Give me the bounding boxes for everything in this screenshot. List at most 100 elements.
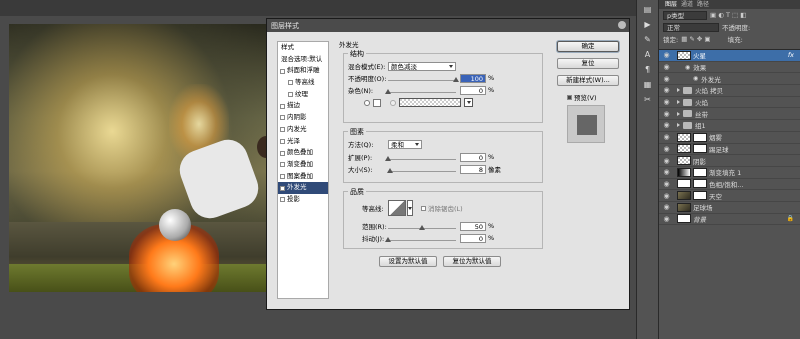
reset-default-button[interactable]: 复位为默认值 [443, 256, 501, 267]
visibility-eye-icon[interactable]: ◉ [659, 180, 674, 188]
style-checkbox[interactable] [280, 103, 285, 109]
visibility-eye-icon[interactable]: ◉ [659, 63, 674, 71]
set-default-button[interactable]: 设置为默认值 [379, 256, 437, 267]
glow-gradient-picker[interactable] [399, 98, 461, 107]
style-item[interactable]: 混合选项:默认 [278, 54, 328, 66]
effect-eye-icon[interactable]: ◉ [693, 75, 698, 82]
size-slider-knob[interactable] [387, 167, 394, 173]
character-icon[interactable]: A [641, 49, 655, 60]
layer-kind-select[interactable]: p类型 [663, 10, 707, 20]
visibility-eye-icon[interactable]: ◉ [659, 215, 674, 223]
style-checkbox[interactable] [288, 80, 293, 86]
style-checkbox[interactable] [280, 185, 285, 191]
style-checkbox[interactable] [280, 162, 285, 168]
range-slider-knob[interactable] [419, 224, 425, 230]
layer-row[interactable]: ◉ 火焰 拷贝 [659, 85, 800, 97]
style-item[interactable]: 描边 [278, 100, 328, 112]
layer-row[interactable]: ◉ 火星 fx [659, 50, 800, 62]
style-checkbox[interactable] [280, 197, 285, 203]
swatches-icon[interactable]: ▦ [641, 79, 655, 90]
dialog-title-bar[interactable]: 图层样式 [267, 19, 629, 32]
layer-row[interactable]: ◉ ◉ 效果 [659, 62, 800, 74]
style-checkbox[interactable] [280, 173, 285, 179]
layer-row[interactable]: ◉ 足球场 [659, 202, 800, 214]
layer-blend-select[interactable]: 正常 [663, 22, 719, 32]
reset-button[interactable]: 复位 [557, 58, 619, 69]
tab-channels[interactable]: 通道 [681, 0, 693, 9]
layer-mask-thumbnail[interactable] [693, 144, 707, 154]
gradient-radio[interactable] [390, 99, 396, 106]
style-checkbox[interactable] [288, 92, 293, 98]
contour-dropdown[interactable] [407, 200, 413, 216]
style-item[interactable]: 等高线 [278, 77, 328, 89]
solid-color-radio[interactable] [364, 99, 370, 106]
blend-mode-select[interactable]: 颜色减淡 [388, 61, 456, 71]
expand-arrow-icon[interactable] [677, 100, 680, 105]
glow-color-swatch[interactable] [373, 98, 381, 107]
spread-input[interactable]: 0 [460, 152, 486, 162]
style-checkbox[interactable] [280, 138, 285, 144]
effects-eye-icon[interactable]: ◉ [685, 64, 690, 71]
layer-row[interactable]: ◉ 阴影 [659, 155, 800, 167]
style-item[interactable]: 渐变叠加 [278, 159, 328, 171]
expand-arrow-icon[interactable] [677, 111, 680, 116]
visibility-eye-icon[interactable]: ◉ [659, 168, 674, 176]
noise-slider-knob[interactable] [385, 88, 391, 94]
layer-mask-thumbnail[interactable] [693, 179, 707, 189]
style-item[interactable]: 内阴影 [278, 112, 328, 124]
antialias-checkbox[interactable] [421, 205, 426, 211]
layer-row[interactable]: ◉ ◉ 外发光 [659, 73, 800, 86]
style-item[interactable]: 纹理 [278, 89, 328, 101]
visibility-eye-icon[interactable]: ◉ [659, 121, 674, 129]
style-item[interactable]: 外发光 [278, 182, 328, 194]
range-input[interactable]: 50 [460, 221, 486, 231]
contour-picker[interactable] [388, 200, 406, 216]
expand-arrow-icon[interactable] [677, 123, 680, 128]
layer-row[interactable]: ◉ 天空 [659, 190, 800, 202]
fx-badge[interactable]: fx [788, 51, 794, 59]
jitter-slider-knob[interactable] [385, 236, 391, 242]
jitter-slider[interactable] [385, 236, 456, 242]
style-item[interactable]: 内发光 [278, 124, 328, 136]
visibility-eye-icon[interactable]: ◉ [659, 51, 674, 59]
history-icon[interactable]: ▤ [641, 4, 655, 15]
method-select[interactable]: 柔和 [388, 139, 422, 149]
paragraph-icon[interactable]: ¶ [641, 64, 655, 75]
style-item[interactable]: 样式 [278, 42, 328, 54]
layer-row[interactable]: ◉ 丝带 [659, 108, 800, 121]
opacity-input[interactable]: 100 [460, 73, 486, 83]
layer-row[interactable]: ◉ 火焰 [659, 97, 800, 109]
visibility-eye-icon[interactable]: ◉ [659, 98, 674, 106]
gradient-dropdown[interactable] [464, 98, 473, 107]
tab-paths[interactable]: 路径 [697, 0, 709, 9]
preview-checkbox[interactable] [567, 94, 572, 100]
layer-mask-thumbnail[interactable] [693, 191, 707, 201]
size-input[interactable]: 8 [460, 164, 486, 174]
document-canvas[interactable] [9, 24, 267, 292]
style-item[interactable]: 投影 [278, 194, 328, 206]
style-item[interactable]: 颜色叠加 [278, 147, 328, 159]
layer-row[interactable]: ◉ 组1 [659, 120, 800, 132]
style-item[interactable]: 斜面和浮雕 [278, 65, 328, 77]
layer-mask-thumbnail[interactable] [693, 167, 707, 177]
style-checkbox[interactable] [280, 150, 285, 156]
opacity-slider-knob[interactable] [453, 76, 459, 82]
tab-layers[interactable]: 图层 [665, 0, 677, 9]
layer-row[interactable]: ◉ 色相/饱和... [659, 179, 800, 191]
close-icon[interactable] [618, 21, 626, 29]
brush-icon[interactable]: ✎ [641, 34, 655, 45]
visibility-eye-icon[interactable]: ◉ [659, 75, 674, 83]
tool-presets-icon[interactable]: ✂ [641, 94, 655, 105]
visibility-eye-icon[interactable]: ◉ [659, 133, 674, 141]
spread-slider[interactable] [385, 155, 456, 161]
style-item[interactable]: 光泽 [278, 136, 328, 148]
preview-option[interactable]: 预览(V) [567, 92, 597, 102]
visibility-eye-icon[interactable]: ◉ [659, 86, 674, 94]
style-item[interactable]: 图案叠加 [278, 171, 328, 183]
style-checkbox[interactable] [280, 115, 285, 121]
layer-row[interactable]: ◉ 背景 🔒 [659, 214, 800, 226]
new-style-button[interactable]: 新建样式(W)... [557, 75, 619, 86]
visibility-eye-icon[interactable]: ◉ [659, 192, 674, 200]
noise-slider[interactable] [385, 88, 456, 94]
visibility-eye-icon[interactable]: ◉ [659, 145, 674, 153]
